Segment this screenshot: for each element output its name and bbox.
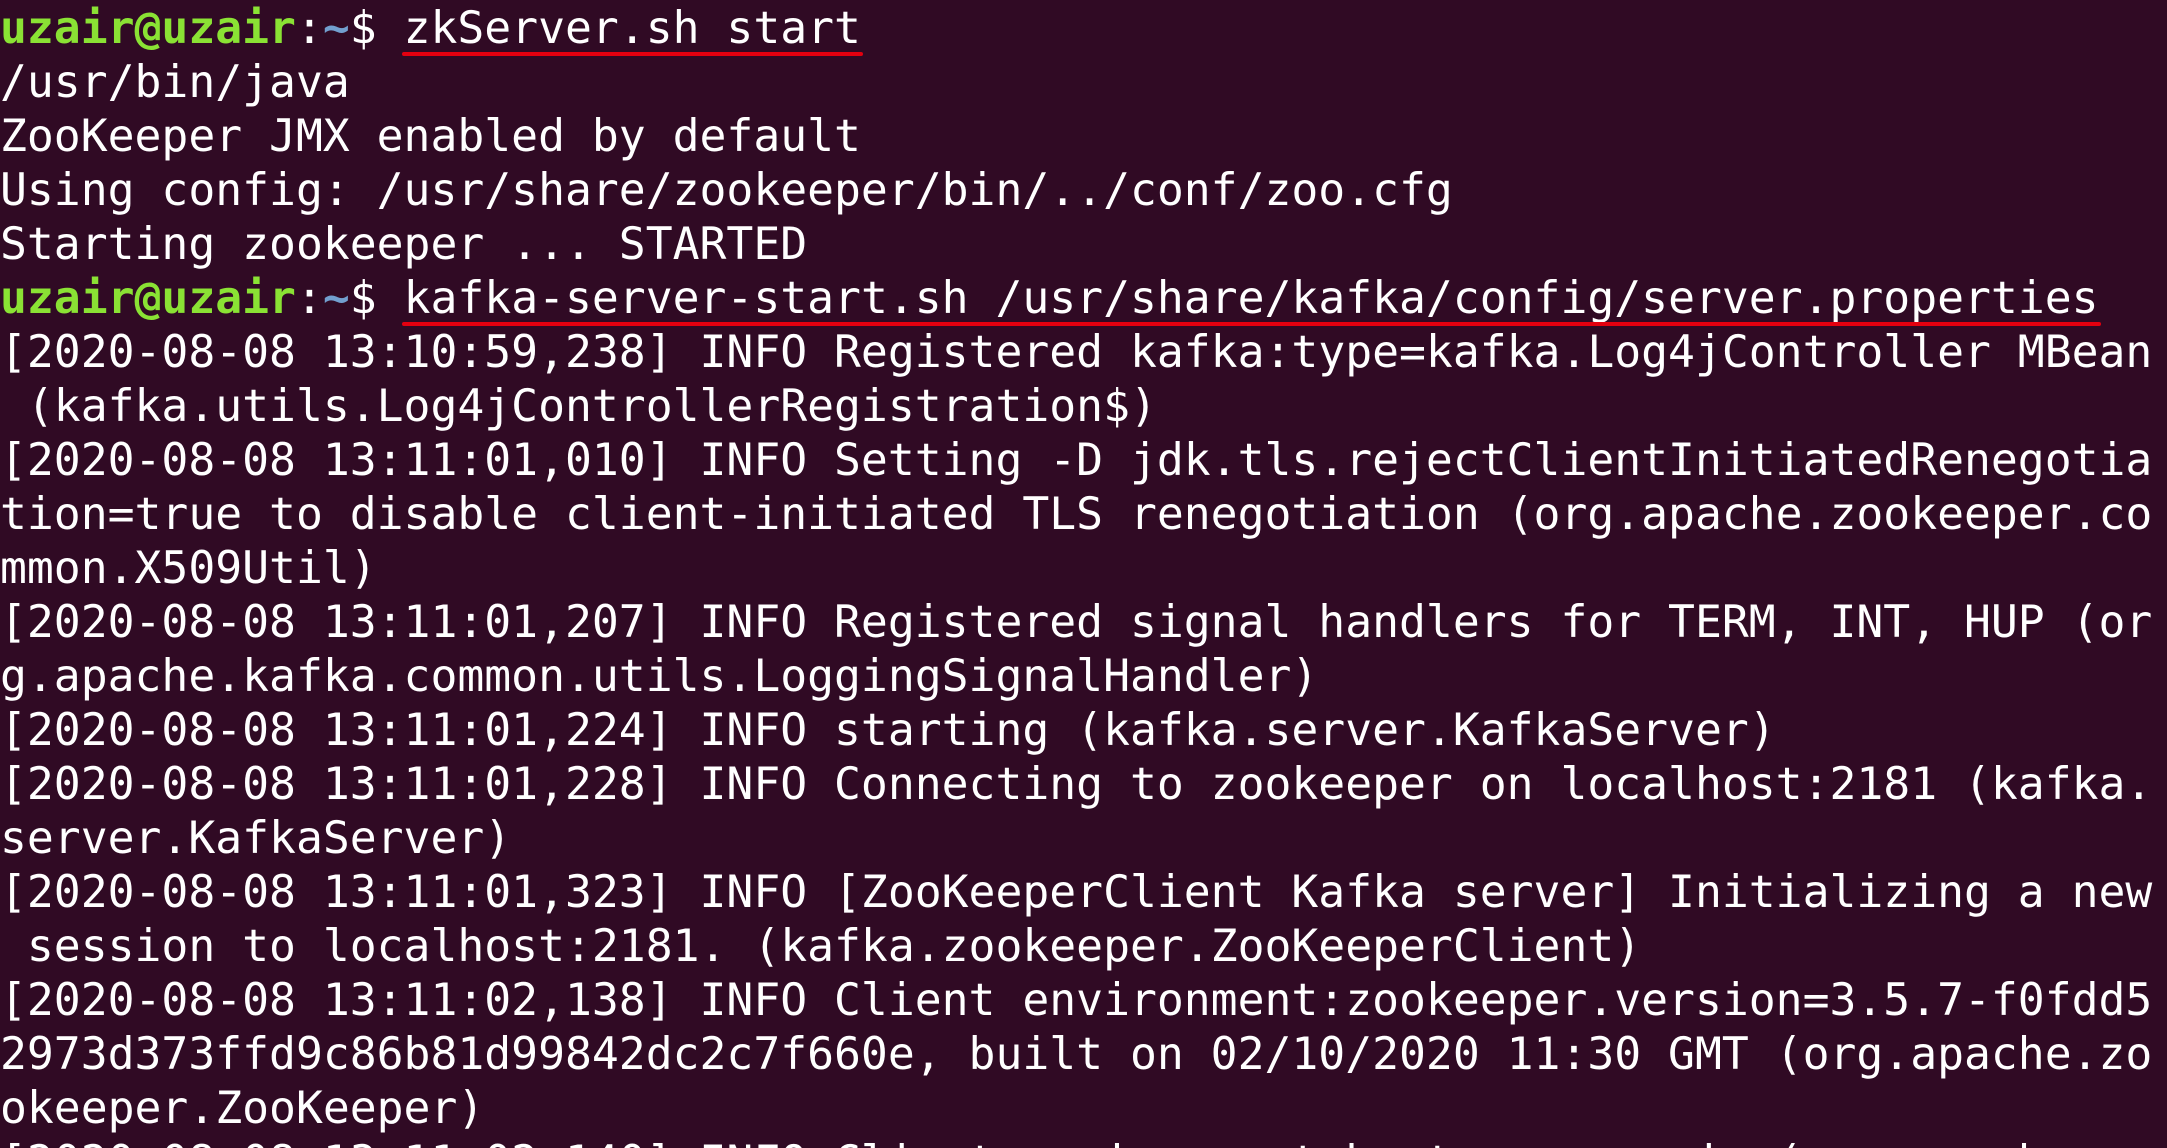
command-text: kafka-server-start.sh /usr/share/kafka/c… [403,272,2099,324]
log-line: server.KafkaServer) [0,812,512,864]
command-kafka-server-start: kafka-server-start.sh /usr/share/kafka/c… [401,272,2101,326]
log-line: 2973d373ffd9c86b81d99842dc2c7f660e, buil… [0,1028,2153,1080]
prompt-symbol: $ [349,272,404,324]
output-line: Using config: /usr/share/zookeeper/bin/.… [0,164,1453,216]
prompt-user-host: uzair@uzair [0,2,296,54]
log-line: [2020-08-08 13:11:01,228] INFO Connectin… [0,758,2153,810]
highlight-underline [401,322,2101,326]
prompt-path: ~ [322,2,350,54]
prompt-user-host: uzair@uzair [0,272,296,324]
log-line: [2020-08-08 13:11:02,140] INFO Client en… [0,1135,2152,1148]
command-zkserver-start: zkServer.sh start [401,2,863,56]
prompt-line: uzair@uzair:~$ zkServer.sh start [0,1,2152,56]
prompt-symbol: $ [349,2,404,54]
log-line: [2020-08-08 13:11:01,323] INFO [ZooKeepe… [0,866,2153,918]
log-line: [2020-08-08 13:11:01,224] INFO starting … [0,704,1776,756]
log-line: g.apache.kafka.common.utils.LoggingSigna… [0,650,1319,702]
log-line: mmon.X509Util) [0,542,377,594]
log-line: [2020-08-08 13:10:59,238] INFO Registere… [0,326,2153,378]
output-line: ZooKeeper JMX enabled by default [0,110,861,162]
log-line: [2020-08-08 13:11:01,207] INFO Registere… [0,596,2153,648]
command-text: zkServer.sh start [403,2,861,54]
prompt-line: uzair@uzair:~$ kafka-server-start.sh /us… [0,271,2152,326]
log-line: tion=true to disable client-initiated TL… [0,488,2153,540]
output-line: Starting zookeeper ... STARTED [0,218,808,270]
log-line: [2020-08-08 13:11:02,138] INFO Client en… [0,974,2153,1026]
log-line: session to localhost:2181. (kafka.zookee… [0,920,1642,972]
highlight-underline [401,52,863,56]
prompt-path: ~ [322,272,350,324]
output-line: /usr/bin/java [0,56,350,108]
prompt-colon: : [295,2,323,54]
terminal-window[interactable]: uzair@uzair:~$ zkServer.sh start /usr/bi… [0,0,2167,1148]
terminal-output: uzair@uzair:~$ zkServer.sh start /usr/bi… [0,1,2152,1148]
log-line: okeeper.ZooKeeper) [0,1082,485,1134]
prompt-colon: : [295,272,323,324]
log-line: [2020-08-08 13:11:01,010] INFO Setting -… [0,434,2153,486]
log-line: (kafka.utils.Log4jControllerRegistration… [0,380,1157,432]
